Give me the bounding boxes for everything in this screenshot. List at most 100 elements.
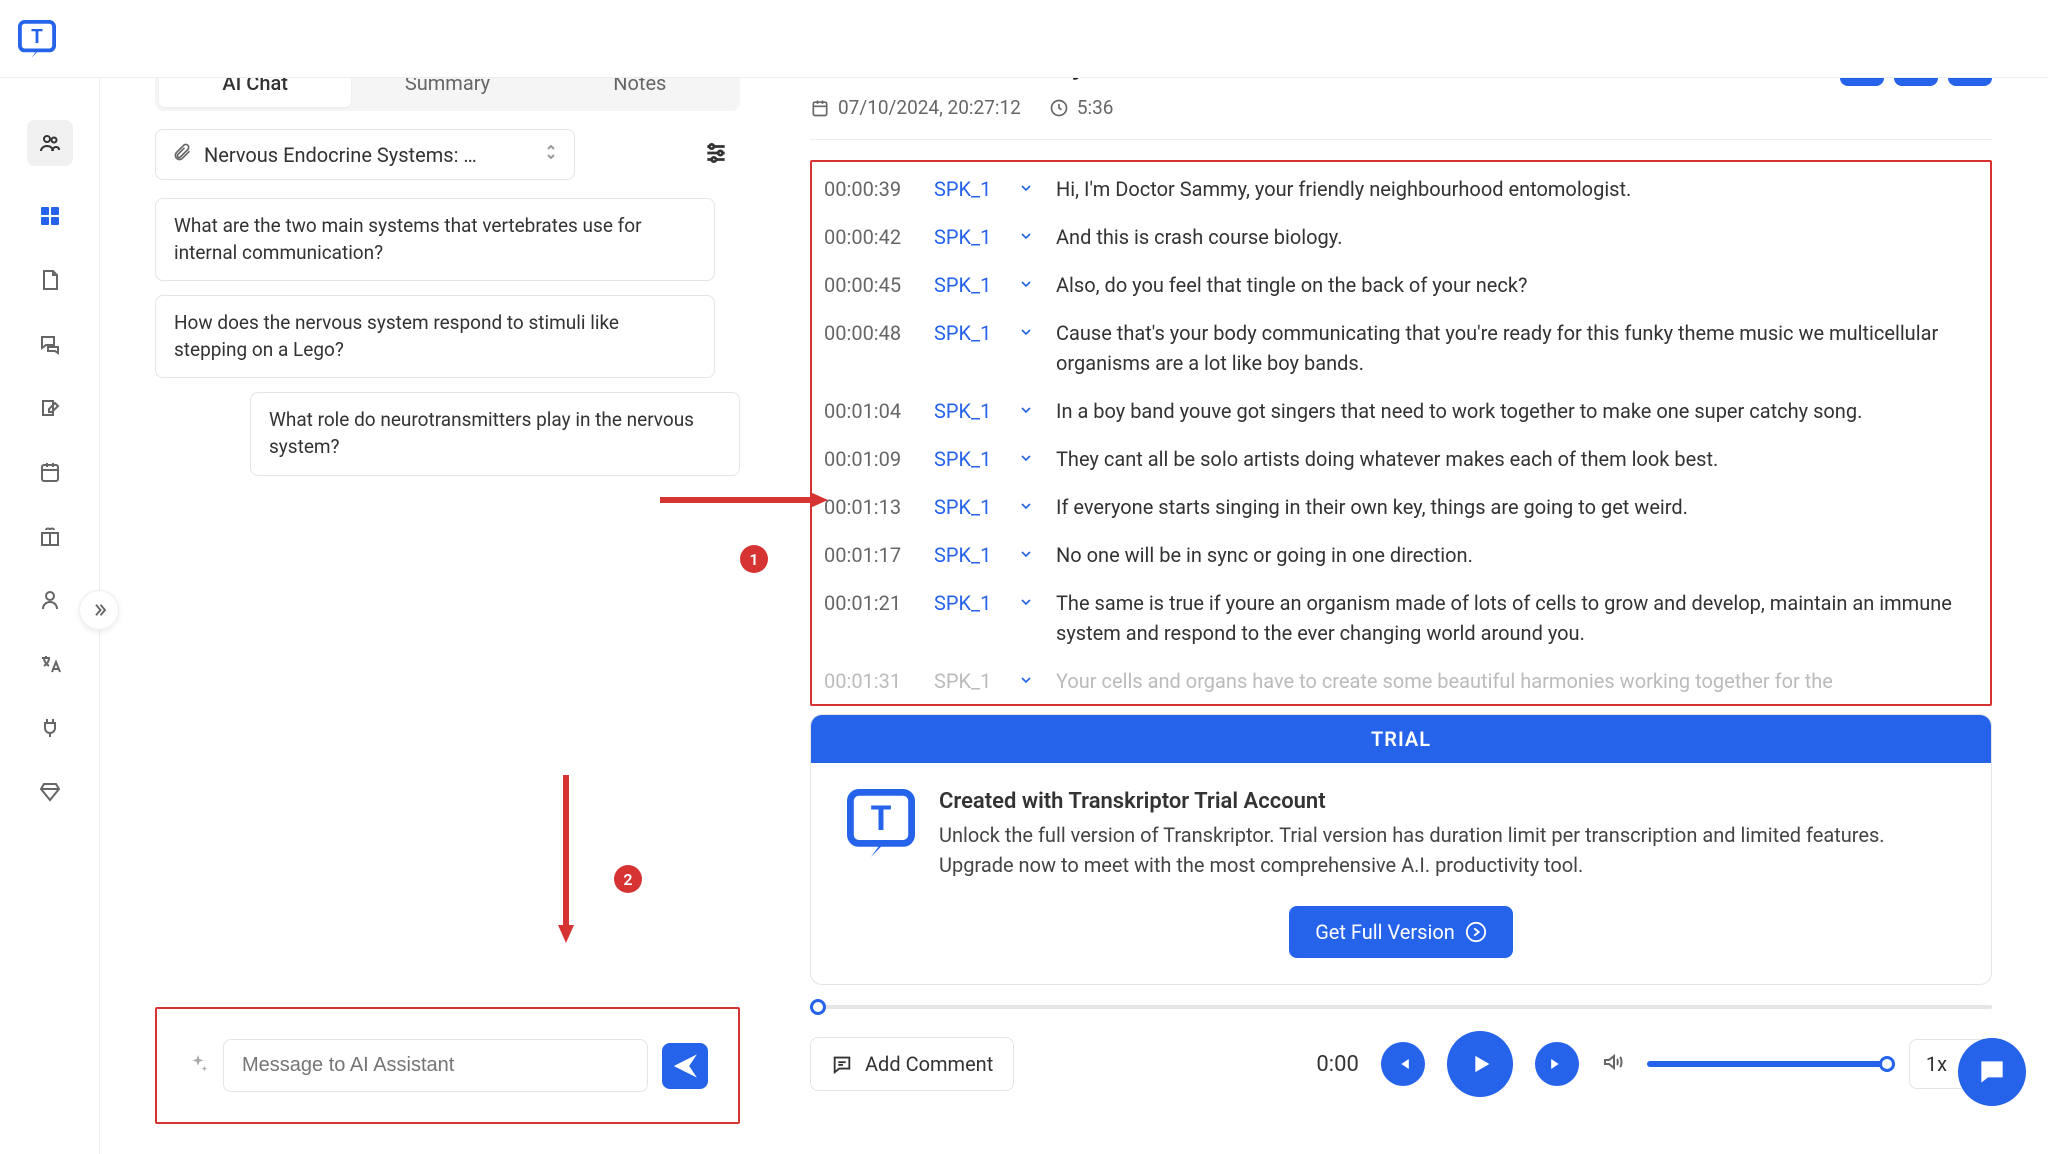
sidebar-item-document[interactable] [36,266,64,294]
timestamp: 00:01:09 [824,444,916,474]
sidebar-item-people[interactable] [27,120,73,166]
sidebar-item-plug[interactable] [36,714,64,742]
timestamp: 00:00:42 [824,222,916,252]
speaker-label[interactable]: SPK_1 [934,444,1000,474]
transcript-row[interactable]: 00:00:48 SPK_1 Cause that's your body comm… [824,318,1978,378]
suggestion-item[interactable]: What are the two main systems that verte… [155,198,715,281]
chevron-down-icon[interactable] [1018,588,1038,618]
sidebar-item-gift[interactable] [36,522,64,550]
volume-icon[interactable] [1601,1050,1625,1078]
annotation-badge-1: 1 [740,545,768,573]
svg-text:T: T [870,799,891,839]
transcript-text: And this is crash course biology. [1056,222,1978,252]
speaker-label[interactable]: SPK_1 [934,396,1000,426]
annotation-arrow-1 [660,490,830,510]
message-input[interactable] [223,1039,648,1092]
speaker-label[interactable]: SPK_1 [934,588,1000,618]
speaker-label[interactable]: SPK_1 [934,318,1000,348]
sidebar-item-person[interactable] [36,586,64,614]
speaker-label[interactable]: SPK_1 [934,174,1000,204]
trial-banner: TRIAL T Created with Transkriptor Trial … [810,714,1992,985]
transcript-text: They cant all be solo artists doing what… [1056,444,1978,474]
sidebar-item-translate[interactable] [36,650,64,678]
volume-slider[interactable] [1647,1061,1887,1067]
transcript-row[interactable]: 00:00:39 SPK_1 Hi, I'm Doctor Sammy, your … [824,174,1978,204]
chevron-down-icon[interactable] [1018,540,1038,570]
timestamp: 00:00:45 [824,270,916,300]
trial-title: Created with Transkriptor Trial Account [939,789,1955,814]
progress-bar[interactable] [810,1003,1992,1011]
send-button[interactable] [662,1043,708,1089]
transcript-row[interactable]: 00:01:13SPK_1If everyone starts singing … [824,492,1978,522]
skip-back-button[interactable] [1381,1042,1425,1086]
chevron-down-icon[interactable] [1018,492,1038,522]
transcript-row[interactable]: 00:01:17 SPK_1 No one will be in sync or g… [824,540,1978,570]
suggestion-list: What are the two main systems that verte… [155,198,740,476]
speaker-label[interactable]: SPK_1 [934,492,1000,522]
file-name: Nervous Endocrine Systems: … [204,143,477,167]
transcript-text: Your cells and organs have to create som… [1056,666,1978,696]
skip-forward-button[interactable] [1535,1042,1579,1086]
get-full-version-button[interactable]: Get Full Version [1289,906,1513,958]
current-time: 0:00 [1316,1052,1358,1077]
chevron-updown-icon [544,142,558,167]
timestamp: 00:01:21 [824,588,916,618]
app-logo: T [18,20,56,58]
clock-icon [1049,98,1069,118]
meta-duration: 5:36 [1049,96,1114,119]
transcript-text: No one will be in sync or going in one d… [1056,540,1978,570]
calendar-icon [810,98,830,118]
timestamp: 00:01:13 [824,492,916,522]
transcript-row[interactable]: 00:01:04 SPK_1 In a boy band youve got sin… [824,396,1978,426]
suggestion-item[interactable]: What role do neurotransmitters play in t… [250,392,740,475]
player-controls: Add Comment 0:00 1x [810,1031,1992,1097]
chevron-down-icon[interactable] [1018,222,1038,252]
svg-text:T: T [31,24,43,47]
speaker-label[interactable]: SPK_1 [934,540,1000,570]
chevron-down-icon[interactable] [1018,444,1038,474]
speaker-label[interactable]: SPK_1 [934,270,1000,300]
sidebar-item-edit[interactable] [36,394,64,422]
annotation-badge-2: 2 [614,865,642,893]
trial-logo-icon: T [847,789,915,857]
file-selector[interactable]: Nervous Endocrine Systems: … [155,129,575,180]
message-input-container [155,1007,740,1124]
chevron-down-icon[interactable] [1018,396,1038,426]
settings-button[interactable] [692,129,740,177]
chevron-down-icon[interactable] [1018,318,1038,348]
speaker-label[interactable]: SPK_1 [934,222,1000,252]
ai-chat-panel: AI Chat Summary Notes Nervous Endocrine … [100,0,780,1154]
sidebar-item-calendar[interactable] [36,458,64,486]
transcript-text: Cause that's your body communicating tha… [1056,318,1978,378]
timestamp: 00:01:31 [824,666,916,696]
chevron-down-icon[interactable] [1018,270,1038,300]
suggestion-item[interactable]: How does the nervous system respond to s… [155,295,715,378]
chevron-down-icon[interactable] [1018,666,1038,696]
transcript-row[interactable]: 00:01:21 SPK_1 The same is true if youre a… [824,588,1978,648]
transcript-row[interactable]: 00:00:45 SPK_1 Also, do you feel that ting… [824,270,1978,300]
add-comment-button[interactable]: Add Comment [810,1037,1014,1091]
sidebar-item-chat[interactable] [36,330,64,358]
sidebar-item-grid[interactable] [36,202,64,230]
paperclip-icon [172,142,192,167]
speaker-label[interactable]: SPK_1 [934,666,1000,696]
transcript-text: The same is true if youre an organism ma… [1056,588,1978,648]
chat-fab-button[interactable] [1958,1038,2026,1106]
annotation-arrow-2 [556,775,576,945]
transcript-row[interactable]: 00:01:09 SPK_1 They cant all be solo artis… [824,444,1978,474]
comment-icon [831,1053,853,1075]
timestamp: 00:01:04 [824,396,916,426]
transcript-row[interactable]: 00:00:42 SPK_1 And this is crash course bi… [824,222,1978,252]
transcript-text: Hi, I'm Doctor Sammy, your friendly neig… [1056,174,1978,204]
transcript-panel: Nervous Endocrine Sy... 07/10/2024, 20:2… [780,0,2048,1154]
chevron-down-icon[interactable] [1018,174,1038,204]
transcript-row[interactable]: 00:01:31 SPK_1 Your cells and organs have … [824,666,1978,696]
transcript-container: 00:00:39 SPK_1 Hi, I'm Doctor Sammy, your … [810,160,1992,706]
timestamp: 00:00:48 [824,318,916,348]
timestamp: 00:01:17 [824,540,916,570]
play-button[interactable] [1447,1031,1513,1097]
transcript-text: Also, do you feel that tingle on the bac… [1056,270,1978,300]
transcript-text: In a boy band youve got singers that nee… [1056,396,1978,426]
timestamp: 00:00:39 [824,174,916,204]
sidebar-item-diamond[interactable] [36,778,64,806]
